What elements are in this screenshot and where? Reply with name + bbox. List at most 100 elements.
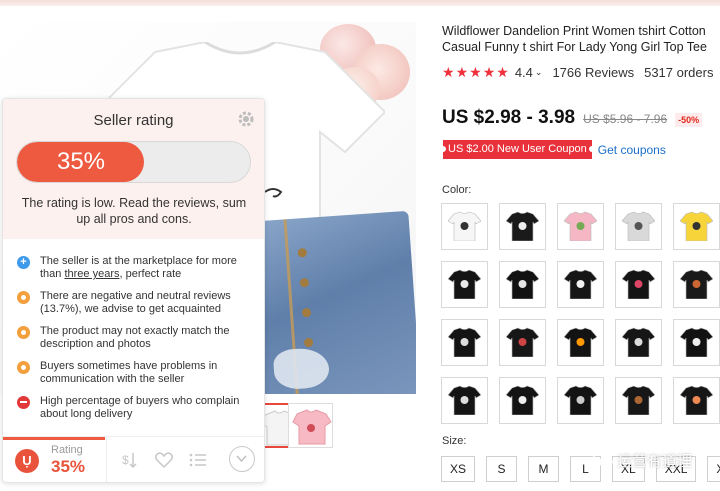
tshirt-thumbnail (564, 385, 597, 415)
color-swatch[interactable] (615, 203, 662, 250)
color-swatch[interactable] (499, 319, 546, 366)
rating-value[interactable]: 4.4 (515, 65, 533, 80)
warning-icon (17, 326, 30, 339)
tshirt-thumbnail (448, 327, 481, 357)
rating-percent: 35% (56, 148, 106, 175)
price-row: US $2.98 - 3.98 US $5.96 - 7.96 -50% (442, 107, 703, 129)
star-icon: ★ (496, 64, 509, 80)
color-swatch[interactable] (499, 377, 546, 424)
tshirt-thumbnail (506, 211, 539, 241)
tshirt-thumbnail (564, 327, 597, 357)
detail-item: Buyers sometimes have problems in commun… (16, 360, 256, 386)
tshirt-thumbnail (680, 327, 713, 357)
info-icon: + (17, 256, 30, 269)
rating-row: ★ ★ ★ ★ ★ 4.4 ⌄ 1766 Reviews 5317 orders (442, 63, 713, 81)
seller-rating-panel: Seller rating 35% The rating is low. Rea… (2, 98, 265, 483)
discount-badge: -50% (675, 113, 703, 127)
panel-footer: Ụ Rating 35% $ (3, 436, 264, 482)
color-swatch[interactable] (441, 319, 488, 366)
color-swatch[interactable] (499, 203, 546, 250)
logo-icon[interactable]: Ụ (15, 449, 39, 473)
color-label: Color: (442, 184, 472, 196)
star-icon: ★ (469, 64, 482, 80)
rating-description: The rating is low. Read the reviews, sum… (21, 196, 247, 226)
footer-accent (3, 437, 105, 440)
color-swatch[interactable] (441, 203, 488, 250)
tshirt-thumbnail (448, 269, 481, 299)
rating-progress-bar: 35% (16, 141, 251, 183)
tshirt-thumbnail (506, 269, 539, 299)
heart-icon[interactable] (153, 449, 175, 471)
tshirt-thumbnail (564, 211, 597, 241)
chevron-down-icon (236, 455, 247, 463)
detail-item: There are negative and neutral reviews (… (16, 290, 256, 316)
star-icon: ★ (482, 64, 496, 80)
tshirt-thumbnail (564, 269, 597, 299)
tshirt-thumbnail (680, 269, 713, 299)
footer-divider (106, 437, 107, 482)
color-swatch[interactable] (673, 261, 720, 308)
dollar-sort-icon[interactable]: $ (119, 449, 141, 471)
current-price: US $2.98 - 3.98 (442, 107, 576, 128)
star-rating: ★ ★ ★ ★ ★ (442, 65, 509, 79)
wechat-icon (592, 451, 613, 468)
warning-icon (17, 291, 30, 304)
detail-item: High percentage of buyers who complain a… (16, 395, 256, 421)
tshirt-thumbnail (680, 211, 713, 241)
product-title: Wildflower Dandelion Print Women tshirt … (442, 24, 707, 54)
color-swatch[interactable] (615, 377, 662, 424)
tshirt-thumbnail (622, 385, 655, 415)
color-swatch[interactable] (673, 377, 720, 424)
color-swatch[interactable] (673, 319, 720, 366)
tshirt-thumbnail (680, 385, 713, 415)
warning-icon (17, 361, 30, 374)
color-swatch[interactable] (615, 319, 662, 366)
panel-title: Seller rating (93, 112, 174, 129)
page: Wildflower Dandelion Print Women tshirt … (0, 0, 720, 491)
tshirt-thumbnail (448, 211, 481, 241)
size-option-xs[interactable]: XS (441, 456, 476, 482)
star-icon: ★ (442, 64, 455, 80)
star-icon: ★ (455, 64, 469, 80)
get-coupons-link[interactable]: Get coupons (598, 143, 666, 157)
tshirt-thumbnail (622, 327, 655, 357)
orders-count: 5317 orders (644, 64, 714, 80)
watermark-text: 运营有道理 (617, 452, 693, 470)
color-swatch[interactable] (615, 261, 662, 308)
tshirt-thumbnail (622, 211, 655, 241)
coupon-badge[interactable]: US $2.00 New User Coupon (440, 140, 595, 159)
size-label: Size: (442, 435, 467, 447)
product-thumbnail[interactable] (288, 403, 333, 448)
minus-icon (17, 396, 30, 409)
detail-item: The product may not exactly match the de… (16, 325, 256, 351)
original-price: US $5.96 - 7.96 (583, 112, 668, 126)
top-bar (0, 0, 720, 6)
detail-item: + The seller is at the marketplace for m… (16, 255, 256, 281)
svg-text:$: $ (122, 453, 129, 467)
watermark: 运营有道理 (592, 449, 692, 471)
color-swatch[interactable] (557, 377, 604, 424)
color-swatch[interactable] (557, 203, 604, 250)
chevron-down-icon[interactable]: ⌄ (535, 67, 543, 78)
color-swatch[interactable] (499, 261, 546, 308)
tshirt-thumbnail (506, 385, 539, 415)
tshirt-thumbnail (622, 269, 655, 299)
list-icon[interactable] (187, 449, 209, 471)
size-option-xxxl[interactable]: XXXL (707, 456, 720, 482)
tshirt-thumbnail (506, 327, 539, 357)
expand-button[interactable] (229, 446, 255, 472)
color-swatch[interactable] (557, 319, 604, 366)
tshirt-thumbnail (448, 385, 481, 415)
size-option-m[interactable]: M (528, 456, 560, 482)
color-swatch[interactable] (557, 261, 604, 308)
reviews-count[interactable]: 1766 Reviews (552, 65, 634, 80)
color-swatch[interactable] (673, 203, 720, 250)
color-swatch[interactable] (441, 377, 488, 424)
footer-value: 35% (51, 457, 86, 476)
years-link[interactable]: three years (64, 268, 119, 280)
color-swatch[interactable] (441, 261, 488, 308)
size-option-s[interactable]: S (486, 456, 518, 482)
footer-label: Rating (51, 444, 83, 456)
coupon-row: US $2.00 New User Coupon Get coupons (440, 140, 666, 159)
gear-icon[interactable] (237, 110, 255, 128)
